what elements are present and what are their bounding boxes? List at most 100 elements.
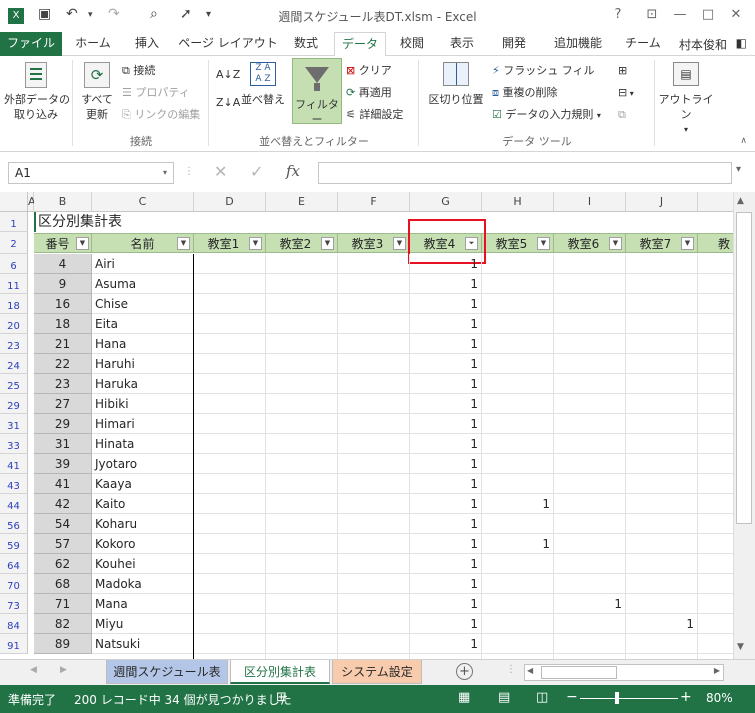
what-if-analysis-button[interactable]: ⊟ ▾: [618, 84, 634, 102]
row-value-cell-g[interactable]: 1: [410, 574, 482, 594]
row-number-cell[interactable]: 42: [34, 494, 92, 514]
row-header[interactable]: 70: [0, 574, 28, 594]
tab-home[interactable]: ホーム: [68, 32, 118, 56]
column-header-e[interactable]: E: [266, 192, 338, 212]
row-header[interactable]: 73: [0, 594, 28, 614]
vertical-scrollbar[interactable]: ▲ ▼: [733, 192, 755, 659]
row-header[interactable]: 18: [0, 294, 28, 314]
sheet-tab-category-summary[interactable]: 区分別集計表: [230, 660, 330, 684]
row-value-cell-j[interactable]: [626, 594, 698, 614]
filter-dropdown-icon[interactable]: ▼: [537, 237, 550, 250]
row-value-cell-i[interactable]: [554, 314, 626, 334]
name-box-dropdown-icon[interactable]: ▾: [163, 163, 167, 183]
row-value-cell-j[interactable]: [626, 334, 698, 354]
row-header[interactable]: 24: [0, 354, 28, 374]
row-value-cell-i[interactable]: [554, 294, 626, 314]
row-value-cell-h[interactable]: [482, 514, 554, 534]
row-header[interactable]: 59: [0, 534, 28, 554]
name-box[interactable]: A1 ▾: [8, 162, 174, 184]
outline-button[interactable]: ▤ アウトライン ▾: [656, 62, 716, 137]
row-value-cell-g[interactable]: 1: [410, 594, 482, 614]
tab-split-icon[interactable]: ⋮: [506, 664, 516, 675]
row-header[interactable]: 64: [0, 554, 28, 574]
zoom-level[interactable]: 80%: [706, 691, 733, 705]
row-value-cell-j[interactable]: 1: [626, 614, 698, 634]
row-value-cell-i[interactable]: [554, 274, 626, 294]
row-value-cell-j[interactable]: [626, 554, 698, 574]
row-value-cell-h[interactable]: 1: [482, 534, 554, 554]
row-value-cell-i[interactable]: [554, 414, 626, 434]
remove-duplicates-button[interactable]: ⧈ 重複の削除: [492, 84, 558, 102]
row-value-cell-h[interactable]: 1: [482, 494, 554, 514]
row-header[interactable]: 91: [0, 634, 28, 654]
help-button[interactable]: ?: [606, 4, 630, 26]
normal-view-icon[interactable]: ▦: [458, 690, 470, 705]
filter-dropdown-icon[interactable]: ▼: [321, 237, 334, 250]
row-value-cell-i[interactable]: [554, 434, 626, 454]
row-value-cell-g[interactable]: 1: [410, 634, 482, 654]
restore-button[interactable]: □: [696, 4, 720, 26]
row-value-cell-j[interactable]: [626, 414, 698, 434]
row-value-cell-h[interactable]: [482, 434, 554, 454]
formula-input[interactable]: [318, 162, 732, 184]
row-value-cell-h[interactable]: [482, 394, 554, 414]
row-value-cell-g[interactable]: 1: [410, 354, 482, 374]
edit-links-button[interactable]: ⎘ リンクの編集: [122, 106, 200, 124]
row-name-cell[interactable]: Jyotaro: [92, 454, 193, 474]
row-value-cell-h[interactable]: [482, 254, 554, 274]
zoom-slider[interactable]: [580, 698, 678, 699]
row-value-cell-g[interactable]: 1: [410, 274, 482, 294]
row-number-cell[interactable]: 9: [34, 274, 92, 294]
macro-record-icon[interactable]: ⊞: [276, 690, 287, 705]
data-validation-button[interactable]: ☑ データの入力規則 ▾: [492, 106, 601, 124]
insert-function-icon[interactable]: fx: [286, 162, 300, 180]
tab-page-layout[interactable]: ページ レイアウト: [178, 32, 278, 56]
row-number-cell[interactable]: 54: [34, 514, 92, 534]
row-header[interactable]: 41: [0, 454, 28, 474]
filter-dropdown-icon[interactable]: ▼: [177, 237, 190, 250]
row-value-cell-j[interactable]: [626, 434, 698, 454]
worksheet-grid[interactable]: A B C D E F G H I J 1 区分別集計表 2 番号 ▼ 名前 ▼ 教…: [0, 192, 733, 659]
row-value-cell-g[interactable]: 1: [410, 474, 482, 494]
tab-review[interactable]: 校閲: [392, 32, 432, 56]
row-header[interactable]: 2: [0, 232, 28, 254]
row-value-cell-j[interactable]: [626, 294, 698, 314]
next-sheet-icon[interactable]: ▶: [60, 665, 67, 675]
filter-dropdown-icon[interactable]: ▼: [393, 237, 406, 250]
enter-icon[interactable]: ✓: [250, 162, 263, 181]
filter-dropdown-icon[interactable]: ▼: [681, 237, 694, 250]
row-value-cell-h[interactable]: [482, 274, 554, 294]
row-number-cell[interactable]: 21: [34, 334, 92, 354]
add-sheet-icon[interactable]: +: [456, 663, 473, 680]
column-header-j[interactable]: J: [626, 192, 698, 212]
row-name-cell[interactable]: Chise: [92, 294, 193, 314]
row-value-cell-j[interactable]: [626, 474, 698, 494]
tab-file[interactable]: ファイル: [0, 32, 62, 56]
zoom-out-icon[interactable]: −: [566, 689, 578, 705]
row-value-cell-g[interactable]: 1: [410, 514, 482, 534]
sort-ascending-button[interactable]: A↓Z: [216, 66, 240, 84]
row-value-cell-j[interactable]: [626, 494, 698, 514]
row-value-cell-g[interactable]: 1: [410, 494, 482, 514]
row-value-cell-h[interactable]: [482, 634, 554, 654]
sort-descending-button[interactable]: Z↓A: [216, 94, 240, 112]
row-header[interactable]: 11: [0, 274, 28, 294]
row-value-cell-h[interactable]: [482, 474, 554, 494]
tab-insert[interactable]: 挿入: [124, 32, 170, 56]
tab-formulas[interactable]: 数式: [284, 32, 328, 56]
prev-sheet-icon[interactable]: ◀: [30, 665, 37, 675]
row-value-cell-i[interactable]: [554, 614, 626, 634]
row-value-cell-j[interactable]: [626, 514, 698, 534]
row-number-cell[interactable]: 62: [34, 554, 92, 574]
horizontal-scrollbar[interactable]: ◀ ▶: [524, 664, 724, 681]
row-name-cell[interactable]: Natsuki: [92, 634, 193, 654]
column-header-f[interactable]: F: [338, 192, 410, 212]
row-value-cell-h[interactable]: [482, 334, 554, 354]
row-number-cell[interactable]: 71: [34, 594, 92, 614]
row-value-cell-g[interactable]: 1: [410, 294, 482, 314]
data-validation-dropdown-icon[interactable]: ▾: [597, 111, 601, 120]
minimize-button[interactable]: —: [668, 4, 692, 26]
row-value-cell-j[interactable]: [626, 574, 698, 594]
row-name-cell[interactable]: Kouhei: [92, 554, 193, 574]
row-value-cell-g[interactable]: 1: [410, 254, 482, 274]
